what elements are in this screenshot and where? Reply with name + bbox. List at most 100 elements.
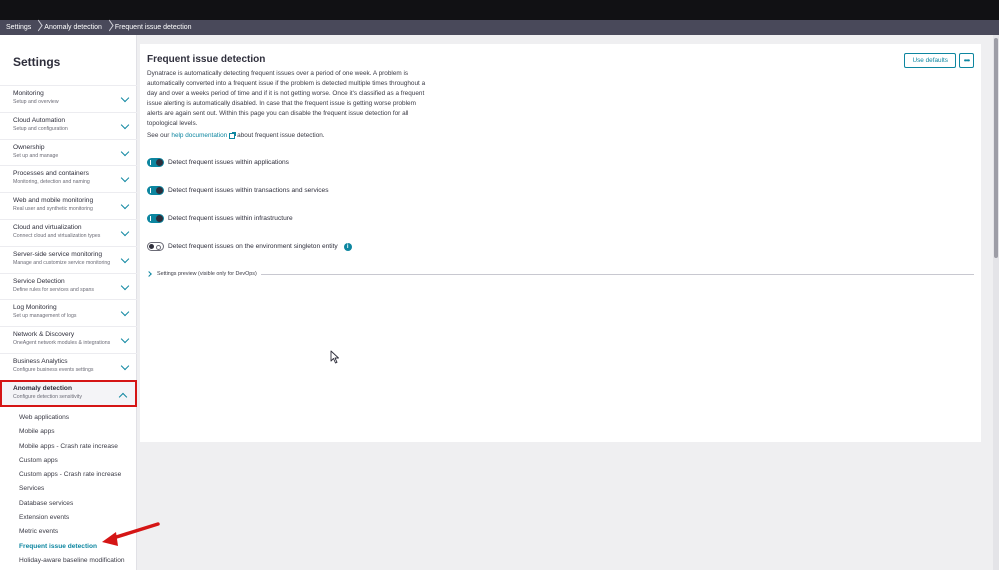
help-text: See our help documentation about frequen… xyxy=(147,131,325,139)
sidebar-item-service-detection[interactable]: Service Detection Define rules for servi… xyxy=(0,272,137,300)
external-link-icon[interactable] xyxy=(229,131,237,139)
sidebar-item-sublabel: Configure business events settings xyxy=(13,366,94,373)
sidebar-item-label: Log Monitoring xyxy=(13,304,57,312)
sidebar-item-network-and-discovery[interactable]: Network & Discovery OneAgent network mod… xyxy=(0,326,137,353)
settings-preview-label[interactable]: Settings preview (visible only for DevOp… xyxy=(157,271,257,277)
breadcrumb-anomaly-detection[interactable]: Anomaly detection xyxy=(44,20,115,35)
breadcrumb-label: Frequent issue detection xyxy=(114,24,192,31)
settings-preview-expander[interactable]: Settings preview (visible only for DevOp… xyxy=(147,271,974,277)
sidebar-item-sublabel: Connect cloud and virtualization types xyxy=(13,232,101,239)
sidebar-item-label: Server-side service monitoring xyxy=(13,250,103,258)
breadcrumb: Settings Anomaly detection Frequent issu… xyxy=(0,20,999,35)
sidebar-title: Settings xyxy=(13,55,61,69)
sidebar-item-server-side-service-monitoring[interactable]: Server-side service monitoring Manage an… xyxy=(0,245,137,273)
toggle-infrastructure[interactable] xyxy=(147,214,164,223)
subnav-item-services[interactable]: Services xyxy=(0,482,137,496)
sidebar-item-sublabel: Setup and overview xyxy=(13,99,59,105)
sidebar-item-cloud-automation[interactable]: Cloud Automation Setup and configuration xyxy=(0,111,137,139)
chevron-down-icon[interactable] xyxy=(120,309,130,317)
chevron-down-icon[interactable] xyxy=(120,283,130,291)
sidebar-item-log-monitoring[interactable]: Log Monitoring Set up management of logs xyxy=(0,299,137,326)
subnav-item-database-services[interactable]: Database services xyxy=(0,497,137,511)
sidebar-item-label: Anomaly detection xyxy=(13,384,72,392)
sidebar-item-sublabel: Define rules for services and spans xyxy=(13,286,95,293)
use-defaults-button[interactable]: Use defaults xyxy=(904,53,956,68)
toggle-label: Detect frequent issues within infrastruc… xyxy=(168,215,293,222)
subnav-item-holiday-aware-baseline[interactable]: Holiday-aware baseline modification xyxy=(0,554,137,568)
chevron-down-icon[interactable] xyxy=(120,336,130,344)
settings-sidebar: Settings Monitoring Setup and overview C… xyxy=(0,35,137,570)
sidebar-item-label: Processes and containers xyxy=(13,170,89,178)
sidebar-item-label: Service Detection xyxy=(13,277,65,285)
toggle-label: Detect frequent issues on the environmen… xyxy=(168,243,338,250)
chevron-right-icon xyxy=(35,20,41,35)
subnav-item-mobile-apps[interactable]: Mobile apps xyxy=(0,425,137,439)
sidebar-item-monitoring[interactable]: Monitoring Setup and overview xyxy=(0,85,137,112)
chevron-down-icon[interactable] xyxy=(120,229,130,237)
toggle-transactions-services[interactable] xyxy=(147,186,164,195)
toggle-row-infrastructure: Detect frequent issues within infrastruc… xyxy=(147,214,293,223)
settings-panel: Frequent issue detection Dynatrace is au… xyxy=(140,44,981,442)
sidebar-item-web-and-mobile-monitoring[interactable]: Web and mobile monitoring Real user and … xyxy=(0,192,137,219)
scrollbar-thumb[interactable] xyxy=(994,38,998,258)
page-title: Frequent issue detection xyxy=(147,54,266,65)
chevron-down-icon[interactable] xyxy=(120,95,130,103)
page-description: Dynatrace is automatically detecting fre… xyxy=(147,70,426,127)
breadcrumb-settings[interactable]: Settings xyxy=(6,20,44,35)
settings-nav: Monitoring Setup and overview Cloud Auto… xyxy=(0,85,137,407)
top-bar xyxy=(0,0,999,20)
help-suffix: about frequent issue detection. xyxy=(237,132,325,139)
sidebar-item-label: Web and mobile monitoring xyxy=(13,197,94,205)
sidebar-item-sublabel: Monitoring, detection and naming xyxy=(13,179,90,186)
toggle-row-environment-singleton: Detect frequent issues on the environmen… xyxy=(147,242,352,251)
breadcrumb-current: Frequent issue detection xyxy=(115,24,192,31)
sidebar-item-sublabel: Configure detection sensitivity xyxy=(13,393,82,400)
divider xyxy=(260,273,974,275)
sidebar-item-sublabel: Real user and synthetic monitoring xyxy=(13,206,93,213)
sidebar-item-anomaly-detection[interactable]: Anomaly detection Configure detection se… xyxy=(0,379,137,407)
sidebar-item-sublabel: Setup and configuration xyxy=(13,125,68,132)
chevron-down-icon[interactable] xyxy=(120,363,130,371)
chevron-down-icon[interactable] xyxy=(120,256,130,264)
help-prefix: See our xyxy=(147,132,170,139)
chevron-right-icon xyxy=(106,20,112,35)
subnav-item-web-applications[interactable]: Web applications xyxy=(0,411,137,425)
toggle-environment-singleton[interactable] xyxy=(147,242,164,251)
breadcrumb-label[interactable]: Settings xyxy=(6,24,31,31)
info-icon[interactable]: i xyxy=(343,242,352,251)
help-link-label[interactable]: help documentation xyxy=(171,132,227,139)
sidebar-item-business-analytics[interactable]: Business Analytics Configure business ev… xyxy=(0,352,137,380)
toggle-label: Detect frequent issues within applicatio… xyxy=(168,159,289,166)
chevron-right-icon[interactable] xyxy=(147,271,153,277)
subnav-item-custom-apps[interactable]: Custom apps xyxy=(0,454,137,468)
sidebar-item-label: Cloud Automation xyxy=(13,116,66,124)
sidebar-item-label: Cloud and virtualization xyxy=(13,223,82,231)
sidebar-item-processes-and-containers[interactable]: Processes and containers Monitoring, det… xyxy=(0,165,137,192)
toggle-applications[interactable] xyxy=(147,158,164,167)
red-arrow-annotation xyxy=(102,522,160,546)
toggle-label: Detect frequent issues within transactio… xyxy=(168,187,329,194)
subnav-item-mobile-apps-crash-rate[interactable]: Mobile apps - Crash rate increase xyxy=(0,440,137,454)
sidebar-item-sublabel: Manage and customize service monitoring xyxy=(13,259,111,266)
help-documentation-link[interactable]: help documentation xyxy=(171,131,237,139)
more-options-button[interactable]: ••• xyxy=(959,53,974,68)
sidebar-item-label: Ownership xyxy=(13,143,45,151)
toggle-row-applications: Detect frequent issues within applicatio… xyxy=(147,158,289,167)
chevron-down-icon[interactable] xyxy=(120,175,130,183)
mouse-cursor-icon xyxy=(330,350,339,364)
sidebar-item-sublabel: OneAgent network modules & integrations xyxy=(13,340,111,347)
chevron-up-icon[interactable] xyxy=(118,391,128,399)
chevron-down-icon[interactable] xyxy=(120,202,130,210)
sidebar-item-label: Network & Discovery xyxy=(13,331,75,339)
sidebar-item-label: Monitoring xyxy=(13,90,44,97)
breadcrumb-label[interactable]: Anomaly detection xyxy=(44,24,102,31)
sidebar-item-sublabel: Set up and manage xyxy=(13,152,59,159)
chevron-down-icon[interactable] xyxy=(120,122,130,130)
sidebar-item-sublabel: Set up management of logs xyxy=(13,313,77,320)
chevron-down-icon[interactable] xyxy=(120,149,130,157)
sidebar-item-cloud-and-virtualization[interactable]: Cloud and virtualization Connect cloud a… xyxy=(0,218,137,246)
sidebar-item-label: Business Analytics xyxy=(13,357,68,365)
subnav-item-custom-apps-crash-rate[interactable]: Custom apps - Crash rate increase xyxy=(0,468,137,482)
sidebar-item-ownership[interactable]: Ownership Set up and manage xyxy=(0,138,137,166)
toggle-row-transactions-services: Detect frequent issues within transactio… xyxy=(147,186,329,195)
